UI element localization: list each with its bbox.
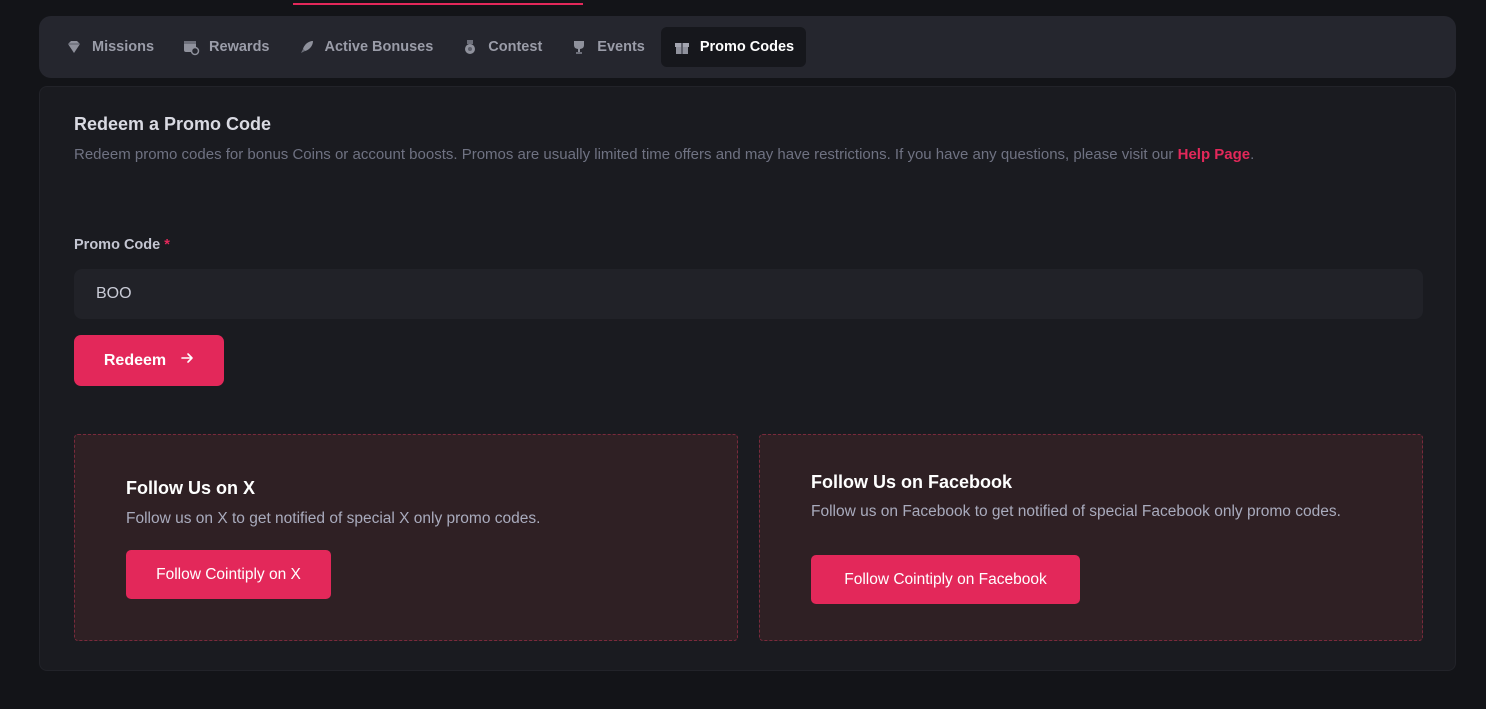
follow-facebook-card: Follow Us on Facebook Follow us on Faceb… [759, 434, 1423, 641]
follow-x-button[interactable]: Follow Cointiply on X [126, 550, 331, 599]
redeem-button[interactable]: Redeem [74, 335, 224, 386]
tab-rewards[interactable]: Rewards [170, 27, 281, 67]
active-nav-indicator [293, 3, 583, 5]
description-text: Redeem promo codes for bonus Coins or ac… [74, 146, 1178, 163]
tab-label: Rewards [209, 39, 270, 55]
tab-label: Promo Codes [699, 39, 795, 55]
calendar-gear-icon [182, 38, 200, 56]
promo-code-input[interactable] [74, 269, 1423, 319]
gift-box-icon [673, 38, 691, 56]
tab-contest[interactable]: Contest [449, 27, 554, 67]
tab-active-bonuses[interactable]: Active Bonuses [286, 27, 446, 67]
redeem-button-label: Redeem [103, 351, 167, 369]
tab-missions[interactable]: Missions [53, 27, 166, 67]
promo-code-panel: Redeem a Promo Code Redeem promo codes f… [39, 86, 1456, 671]
follow-facebook-description: Follow us on Facebook to get notified of… [811, 503, 1341, 520]
help-page-link[interactable]: Help Page [1178, 146, 1251, 163]
promo-code-label: Promo Code * [74, 237, 170, 253]
promo-code-label-text: Promo Code [74, 237, 161, 253]
rocket-icon [298, 38, 316, 56]
tab-promo-codes[interactable]: Promo Codes [660, 27, 807, 67]
follow-facebook-button[interactable]: Follow Cointiply on Facebook [811, 555, 1080, 604]
follow-facebook-title: Follow Us on Facebook [811, 472, 1013, 492]
arrow-right-icon [180, 351, 194, 370]
tab-bar: Missions Rewards Active Bonuses Contest … [39, 16, 1456, 78]
tab-label: Active Bonuses [324, 39, 434, 55]
follow-x-description: Follow us on X to get notified of specia… [126, 510, 541, 527]
section-title: Redeem a Promo Code [74, 114, 272, 134]
section-description: Redeem promo codes for bonus Coins or ac… [74, 146, 1434, 163]
tab-label: Events [597, 39, 645, 55]
tab-events[interactable]: Events [558, 27, 657, 67]
required-marker: * [164, 237, 170, 253]
tab-label: Missions [92, 39, 155, 55]
trophy-icon [570, 38, 588, 56]
medal-icon [461, 38, 479, 56]
follow-x-title: Follow Us on X [126, 478, 255, 498]
description-end: . [1250, 146, 1255, 163]
diamond-icon [65, 38, 83, 56]
tab-label: Contest [488, 39, 543, 55]
follow-x-card: Follow Us on X Follow us on X to get not… [74, 434, 738, 641]
